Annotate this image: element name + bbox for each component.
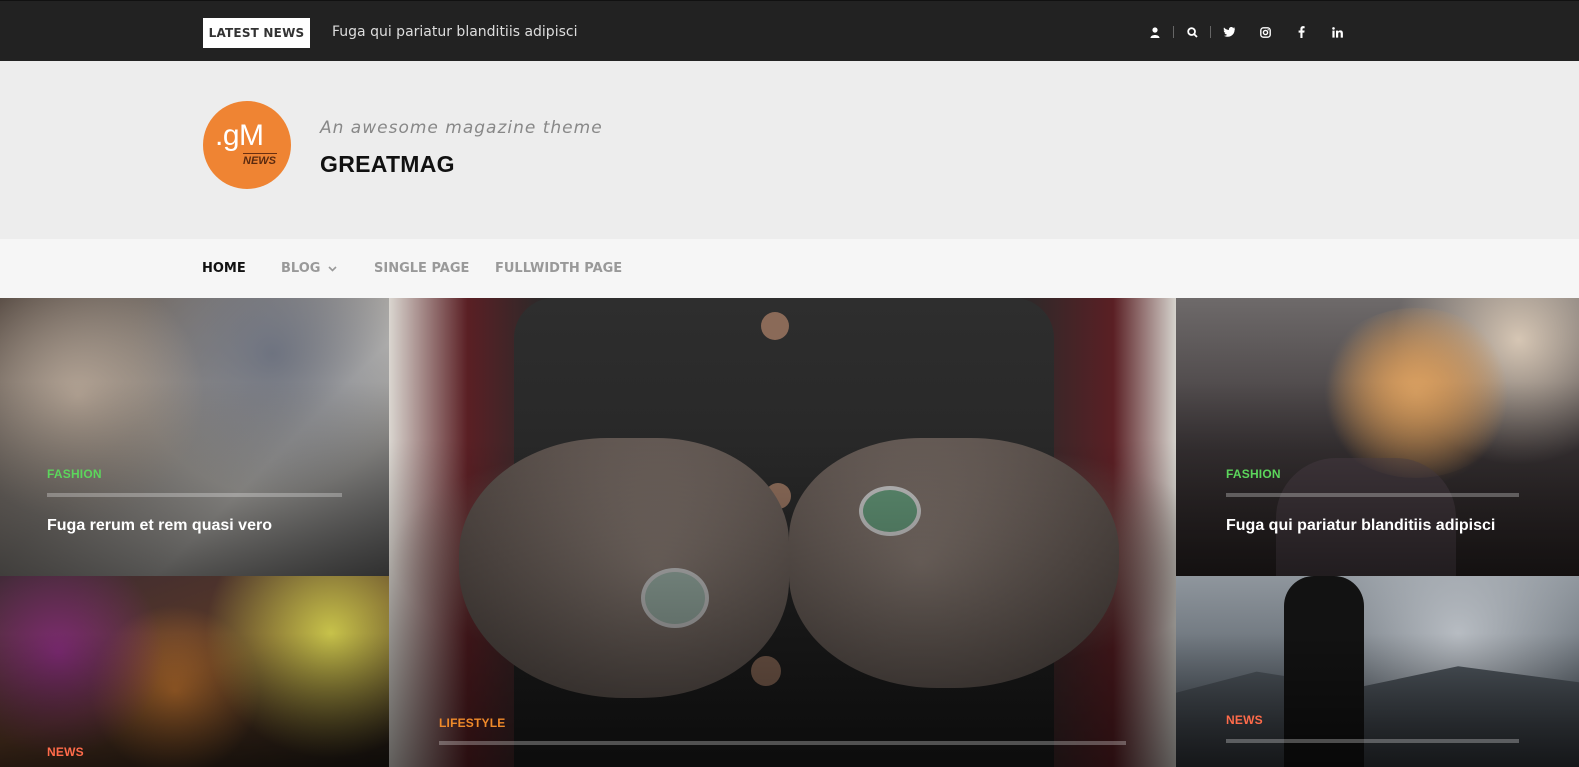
category-divider	[47, 493, 342, 497]
featured-post-main[interactable]: LIFESTYLE	[389, 298, 1176, 767]
user-icon[interactable]	[1137, 22, 1173, 42]
post-category[interactable]: FASHION	[47, 467, 102, 481]
nav-item-label: BLOG	[281, 261, 321, 276]
post-category[interactable]: NEWS	[47, 745, 84, 759]
image-overlay	[389, 298, 1176, 767]
instagram-icon[interactable]	[1247, 22, 1283, 42]
search-icon[interactable]	[1174, 22, 1210, 42]
linkedin-icon[interactable]	[1319, 22, 1355, 42]
featured-post-4[interactable]: FASHION Fuga qui pariatur blanditiis adi…	[1176, 298, 1579, 576]
nav-item-blog[interactable]: BLOG	[281, 261, 338, 276]
post-category[interactable]: FASHION	[1226, 467, 1281, 481]
site-title[interactable]: GREATMAG	[320, 151, 455, 178]
main-nav: HOME BLOG SINGLE PAGE FULLWIDTH PAGE	[0, 239, 1579, 298]
nav-item-label: FULLWIDTH PAGE	[495, 261, 623, 276]
featured-post-2[interactable]: NEWS	[0, 576, 389, 767]
news-ticker-link[interactable]: Fuga qui pariatur blanditiis adipisci	[332, 24, 577, 40]
nav-item-label: HOME	[202, 261, 246, 276]
category-divider	[1226, 739, 1519, 743]
post-title[interactable]: Fuga qui pariatur blanditiis adipisci	[1226, 517, 1495, 535]
site-tagline: An awesome magazine theme	[320, 118, 603, 138]
top-icon-bar	[1137, 22, 1355, 42]
top-bar: LATEST NEWS Fuga qui pariatur blanditiis…	[0, 0, 1579, 61]
nav-item-single-page[interactable]: SINGLE PAGE	[374, 261, 469, 276]
nav-item-home[interactable]: HOME	[202, 261, 246, 276]
post-category[interactable]: NEWS	[1226, 713, 1263, 727]
featured-post-5[interactable]: NEWS	[1176, 576, 1579, 767]
site-header: .gM NEWS An awesome magazine theme GREAT…	[0, 61, 1579, 239]
nav-item-label: SINGLE PAGE	[374, 261, 470, 276]
category-divider	[1226, 493, 1519, 497]
post-title[interactable]: Fuga rerum et rem quasi vero	[47, 517, 272, 535]
logo-mark: .gM	[215, 119, 264, 152]
featured-post-1[interactable]: FASHION Fuga rerum et rem quasi vero	[0, 298, 389, 576]
facebook-icon[interactable]	[1283, 22, 1319, 42]
chevron-down-icon	[328, 265, 338, 272]
logo-underline	[243, 153, 277, 154]
site-logo[interactable]: .gM NEWS	[203, 101, 291, 189]
post-category[interactable]: LIFESTYLE	[439, 716, 505, 730]
twitter-icon[interactable]	[1211, 22, 1247, 42]
latest-news-label: LATEST NEWS	[203, 18, 310, 48]
logo-subtext: NEWS	[243, 155, 276, 167]
category-divider	[439, 741, 1126, 745]
nav-item-fullwidth-page[interactable]: FULLWIDTH PAGE	[495, 261, 622, 276]
image-overlay	[0, 576, 389, 767]
